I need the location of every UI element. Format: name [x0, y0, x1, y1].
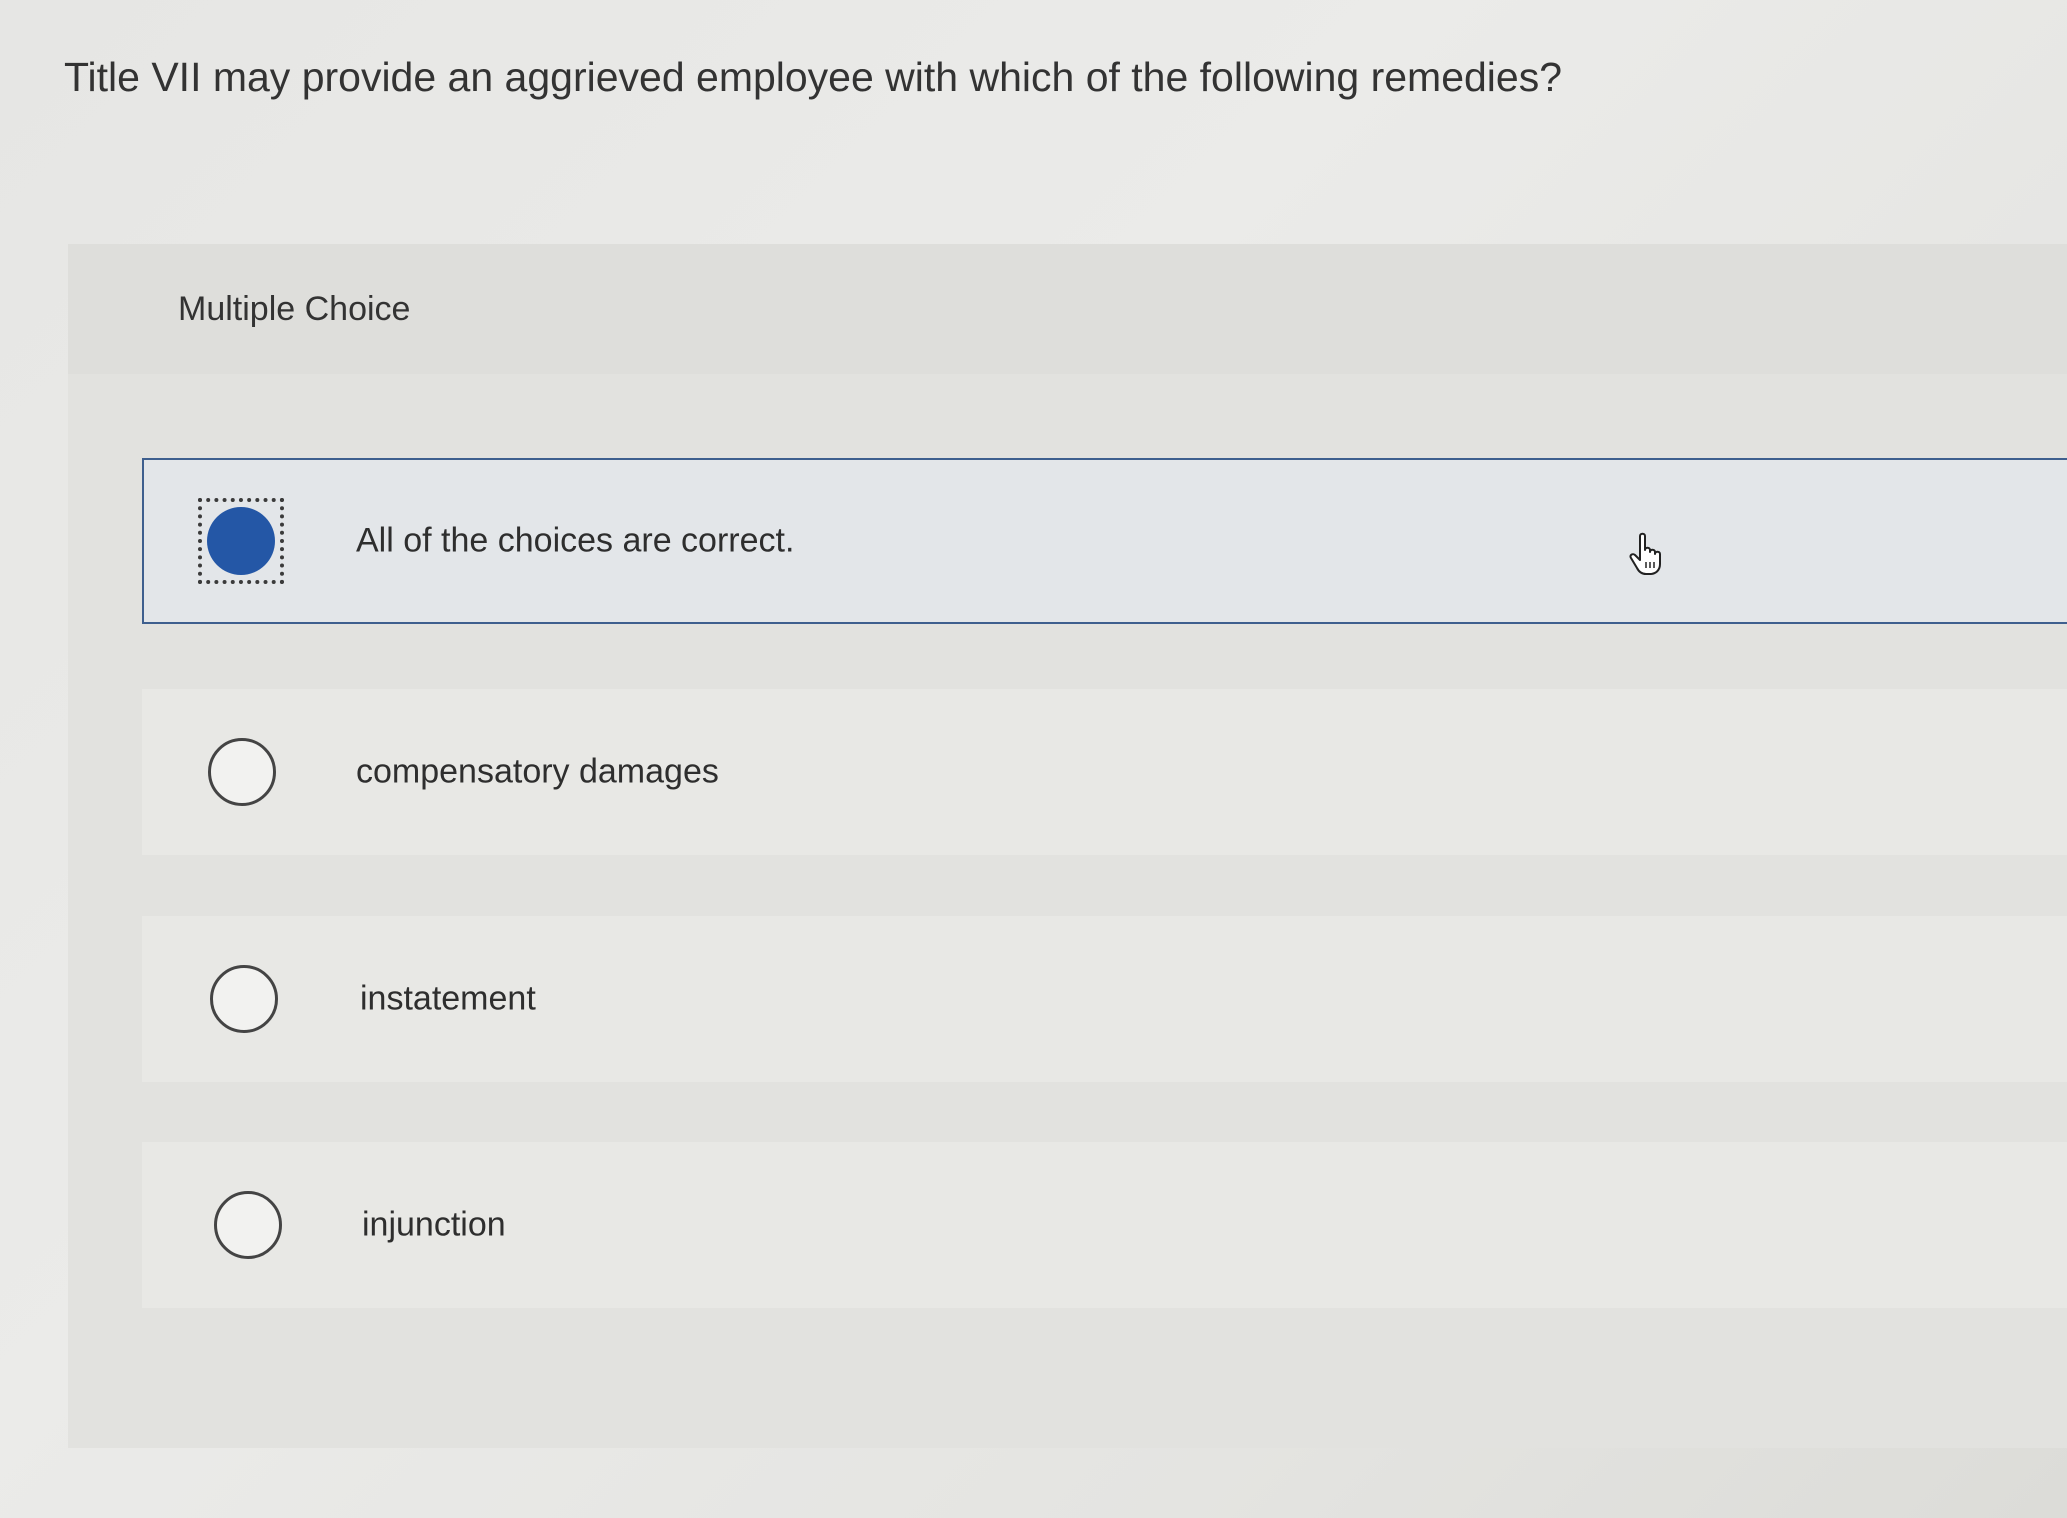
choice-option-instatement[interactable]: instatement — [142, 916, 2067, 1082]
choice-option-injunction[interactable]: injunction — [142, 1142, 2067, 1308]
multiple-choice-panel: Multiple Choice All of the choices are c… — [68, 244, 2067, 1448]
choice-label: compensatory damages — [356, 752, 719, 791]
choice-label: injunction — [362, 1205, 506, 1244]
choice-label: instatement — [360, 979, 536, 1018]
radio-button[interactable] — [208, 738, 276, 806]
question-type-label: Multiple Choice — [178, 290, 411, 328]
choice-label: All of the choices are correct. — [356, 521, 795, 560]
radio-button[interactable] — [210, 965, 278, 1033]
choice-option-all-correct[interactable]: All of the choices are correct. — [142, 458, 2067, 624]
hand-pointer-icon — [1629, 532, 1661, 575]
question-text: Title VII may provide an aggrieved emplo… — [64, 54, 1563, 100]
radio-button[interactable] — [214, 1191, 282, 1259]
radio-focus-outline — [198, 498, 284, 584]
radio-button-selected[interactable] — [207, 507, 275, 575]
panel-header: Multiple Choice — [68, 244, 2067, 374]
choice-option-compensatory-damages[interactable]: compensatory damages — [142, 689, 2067, 855]
